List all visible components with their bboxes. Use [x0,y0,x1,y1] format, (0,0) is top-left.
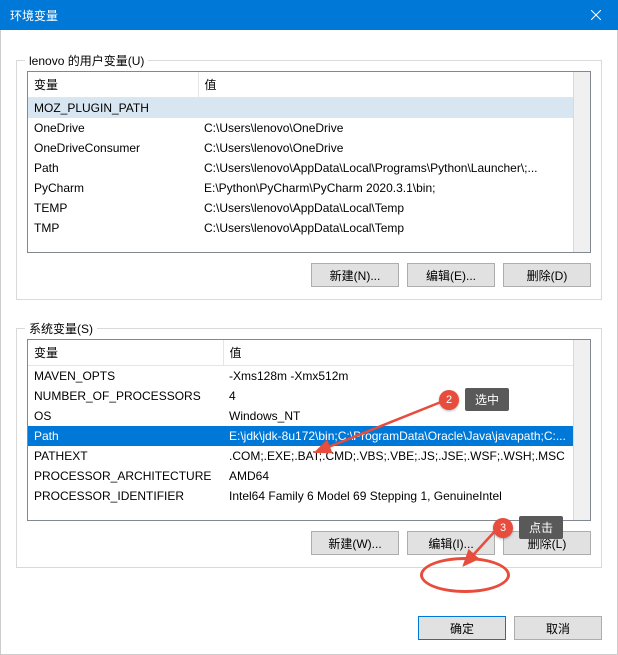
table-row-selected[interactable]: PathE:\jdk\jdk-8u172\bin;C:\ProgramData\… [28,426,590,446]
user-vars-label: lenovo 的用户变量(U) [25,52,148,69]
user-delete-button[interactable]: 删除(D) [503,263,591,287]
col-var[interactable]: 变量 [28,72,198,98]
sys-vars-table-wrap[interactable]: 变量 值 MAVEN_OPTS-Xms128m -Xmx512m NUMBER_… [27,339,591,521]
user-new-button[interactable]: 新建(N)... [311,263,399,287]
table-row[interactable]: NUMBER_OF_PROCESSORS4 [28,386,590,406]
sys-vars-buttons: 新建(W)... 编辑(I)... 删除(L) [27,531,591,555]
table-row[interactable]: MAVEN_OPTS-Xms128m -Xmx512m [28,366,590,387]
table-row[interactable]: TMPC:\Users\lenovo\AppData\Local\Temp [28,218,590,238]
scrollbar[interactable] [573,340,590,520]
table-row[interactable]: OneDriveConsumerC:\Users\lenovo\OneDrive [28,138,590,158]
table-row[interactable]: PathC:\Users\lenovo\AppData\Local\Progra… [28,158,590,178]
user-vars-buttons: 新建(N)... 编辑(E)... 删除(D) [27,263,591,287]
title-bar: 环境变量 [0,0,618,30]
cancel-button[interactable]: 取消 [514,616,602,640]
table-row[interactable]: OneDriveC:\Users\lenovo\OneDrive [28,118,590,138]
dialog-footer: 确定 取消 [418,616,602,640]
sys-delete-button[interactable]: 删除(L) [503,531,591,555]
window-title: 环境变量 [10,7,58,24]
table-row[interactable]: PROCESSOR_IDENTIFIERIntel64 Family 6 Mod… [28,486,590,506]
ok-button[interactable]: 确定 [418,616,506,640]
table-row[interactable]: PROCESSOR_ARCHITECTUREAMD64 [28,466,590,486]
sys-vars-label: 系统变量(S) [25,320,97,337]
close-icon [591,10,601,20]
close-button[interactable] [573,0,618,30]
table-row[interactable]: MOZ_PLUGIN_PATH [28,98,590,119]
sys-vars-table: 变量 值 MAVEN_OPTS-Xms128m -Xmx512m NUMBER_… [28,340,590,506]
user-edit-button[interactable]: 编辑(E)... [407,263,495,287]
table-row[interactable]: OSWindows_NT [28,406,590,426]
table-row[interactable]: TEMPC:\Users\lenovo\AppData\Local\Temp [28,198,590,218]
user-vars-table-wrap[interactable]: 变量 值 MOZ_PLUGIN_PATH OneDriveC:\Users\le… [27,71,591,253]
sys-vars-group: 系统变量(S) 变量 值 MAVEN_OPTS-Xms128m -Xmx512m… [16,328,602,568]
col-val[interactable]: 值 [198,72,590,98]
table-row[interactable]: PyCharmE:\Python\PyCharm\PyCharm 2020.3.… [28,178,590,198]
col-val[interactable]: 值 [223,340,590,366]
scrollbar[interactable] [573,72,590,252]
sys-new-button[interactable]: 新建(W)... [311,531,399,555]
col-var[interactable]: 变量 [28,340,223,366]
table-row[interactable]: PATHEXT.COM;.EXE;.BAT;.CMD;.VBS;.VBE;.JS… [28,446,590,466]
user-vars-group: lenovo 的用户变量(U) 变量 值 MOZ_PLUGIN_PATH One… [16,60,602,300]
sys-edit-button[interactable]: 编辑(I)... [407,531,495,555]
user-vars-table: 变量 值 MOZ_PLUGIN_PATH OneDriveC:\Users\le… [28,72,590,238]
dialog-content: lenovo 的用户变量(U) 变量 值 MOZ_PLUGIN_PATH One… [0,30,618,655]
